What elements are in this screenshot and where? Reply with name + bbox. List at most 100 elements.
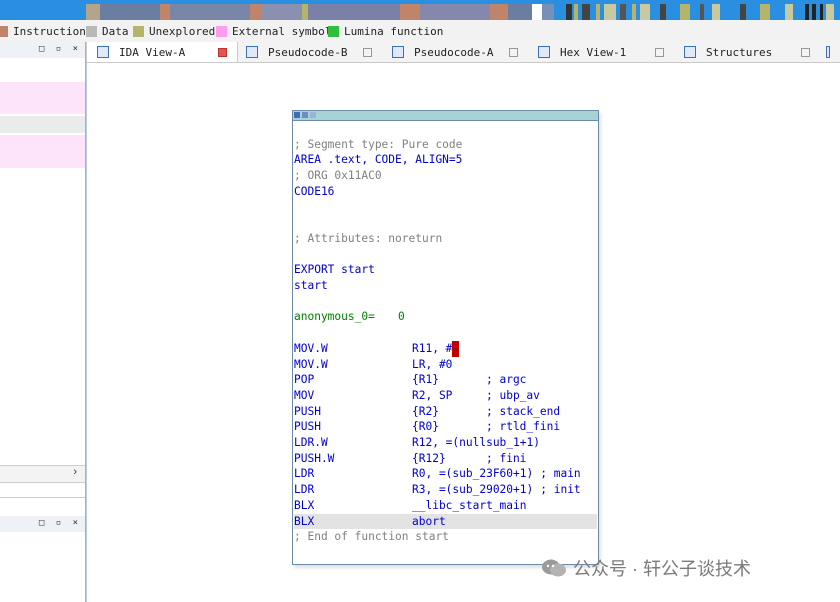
wechat-logo-icon [542,559,566,577]
legend-label: Lumina function [344,24,444,38]
code-mnemonic: PUSH [294,420,321,434]
tab-ida-view-a[interactable]: IDA View-A [86,42,238,62]
code-operands: R0, =(sub_23F60+1) [412,466,533,482]
legend-swatch [133,25,144,37]
code-line[interactable]: POP {R1} ; argc [294,372,597,388]
code-line[interactable]: AREA .text, CODE, ALIGN=5 [294,152,597,168]
code-operand-text: R12, =(nullsub_1+1) [412,436,540,449]
code-operands: __libc_start_main [412,498,527,514]
tab-label: Hex View-1 [560,45,627,59]
legend-item-instruction: Instruction [0,24,86,38]
code-operands: R12, =(nullsub_1+1) [412,435,540,451]
code-line[interactable]: MOV R2, SP ; ubp_av [294,388,597,404]
code-line[interactable]: LDR.W R12, =(nullsub_1+1) [294,435,597,451]
code-line[interactable]: ; ORG 0x11AC0 [294,168,597,184]
code-line[interactable] [294,325,597,341]
code-line[interactable]: MOV.W LR, #0 [294,357,597,373]
panel-window-buttons[interactable]: □ ▫ × [39,44,81,54]
node-title-bar[interactable] [293,111,598,121]
tab-pseudocode-b[interactable]: Pseudocode-B [236,42,382,62]
function-list-row[interactable] [0,135,85,168]
node-group-icon[interactable] [302,112,308,118]
code-line[interactable]: ; Segment type: Pure code [294,137,597,153]
code-line[interactable]: anonymous_0= 0 [294,309,597,325]
horizontal-scrollbar[interactable]: › [0,465,85,483]
code-operands: {R0} [412,419,439,435]
close-icon[interactable] [363,47,372,57]
navigation-band[interactable] [0,0,840,20]
navigation-band-segment [640,4,650,20]
code-line[interactable] [294,200,597,216]
legend-item-unexplored: Unexplored [133,24,215,38]
code-line[interactable]: PUSH {R2} ; stack_end [294,404,597,420]
function-list-row[interactable] [0,82,85,114]
code-line[interactable]: LDR R3, =(sub_29020+1) ; init [294,482,597,498]
code-line[interactable]: BLX abort [294,513,597,530]
code-line[interactable]: PUSH.W {R12} ; fini [294,451,597,467]
panel-header-2: □ ▫ × [0,516,85,532]
code-directive: AREA .text, CODE, ALIGN=5 [294,153,463,167]
tab-pseudocode-a[interactable]: Pseudocode-A [382,42,528,62]
navigation-band-segment [596,4,600,20]
tab-overflow[interactable] [820,42,840,62]
function-list-row[interactable] [0,116,85,133]
close-icon[interactable] [218,47,227,57]
navigation-band-segment [680,4,690,20]
code-line[interactable] [294,247,597,263]
close-icon[interactable] [801,47,810,57]
navigation-band-segment [604,4,616,20]
code-line[interactable]: BLX __libc_start_main [294,498,597,514]
code-operand-text: abort [412,514,446,528]
code-operands: {R2} [412,404,439,420]
panel-window-buttons[interactable]: □ ▫ × [39,518,81,528]
graph-node-start[interactable]: ; Segment type: Pure code AREA .text, COD… [292,110,599,565]
navigation-band-segment [566,4,572,20]
code-mnemonic: PUSH [294,404,321,418]
node-collapse-icon[interactable] [310,112,316,118]
legend-label: Instruction [13,24,86,38]
legend-swatch [216,25,227,37]
tab-structures[interactable]: Structures [674,42,820,62]
tab-hex-view-1[interactable]: Hex View-1 [528,42,674,62]
code-line[interactable]: MOV.W R11, #0 [294,340,597,357]
code-label: anonymous_0= [294,310,375,324]
legend-label: External symbol [232,24,332,38]
legend-label: Data [102,24,129,38]
navigation-band-segment [420,4,490,20]
navigation-band-segment [632,4,636,20]
text-cursor[interactable]: 0 [452,340,460,357]
navigation-band-segment [508,4,532,20]
code-line[interactable]: ; Attributes: noreturn [294,231,597,247]
close-icon[interactable] [509,47,518,57]
code-line[interactable] [294,215,597,231]
code-mnemonic: MOV [294,388,315,402]
code-operand-text: {R2} [412,404,439,418]
code-line[interactable]: start [294,278,597,294]
close-icon[interactable] [655,47,664,57]
navigation-band-segment [712,4,720,20]
code-line[interactable] [294,294,597,310]
code-line[interactable]: CODE16 [294,184,597,200]
code-mnemonic: MOV.W [294,341,328,355]
legend-swatch [0,25,8,37]
legend-label: Unexplored [149,24,216,38]
code-directive: start [294,279,328,292]
code-line[interactable]: ; End of function start [294,529,597,545]
node-color-icon[interactable] [294,112,300,118]
code-directive: EXPORT start [294,263,375,277]
navigation-band-segment [660,4,666,20]
scroll-right-arrow-icon[interactable]: › [73,466,77,478]
code-line[interactable] [294,121,597,137]
panel-input[interactable] [0,483,85,498]
navigation-band-segment [100,4,160,20]
navigation-band-segment [574,4,578,20]
navigation-band-segment [86,4,100,20]
code-line[interactable]: PUSH {R0} ; rtld_fini [294,419,597,435]
code-line[interactable]: EXPORT start [294,262,597,278]
code-mnemonic: LDR.W [294,436,328,449]
code-line[interactable]: LDR R0, =(sub_23F60+1) ; main [294,466,597,482]
code-mnemonic: BLX [294,514,315,528]
tab-label: IDA View-A [119,45,186,59]
structures-icon [684,46,696,58]
code-operands: LR, #0 [412,357,452,373]
